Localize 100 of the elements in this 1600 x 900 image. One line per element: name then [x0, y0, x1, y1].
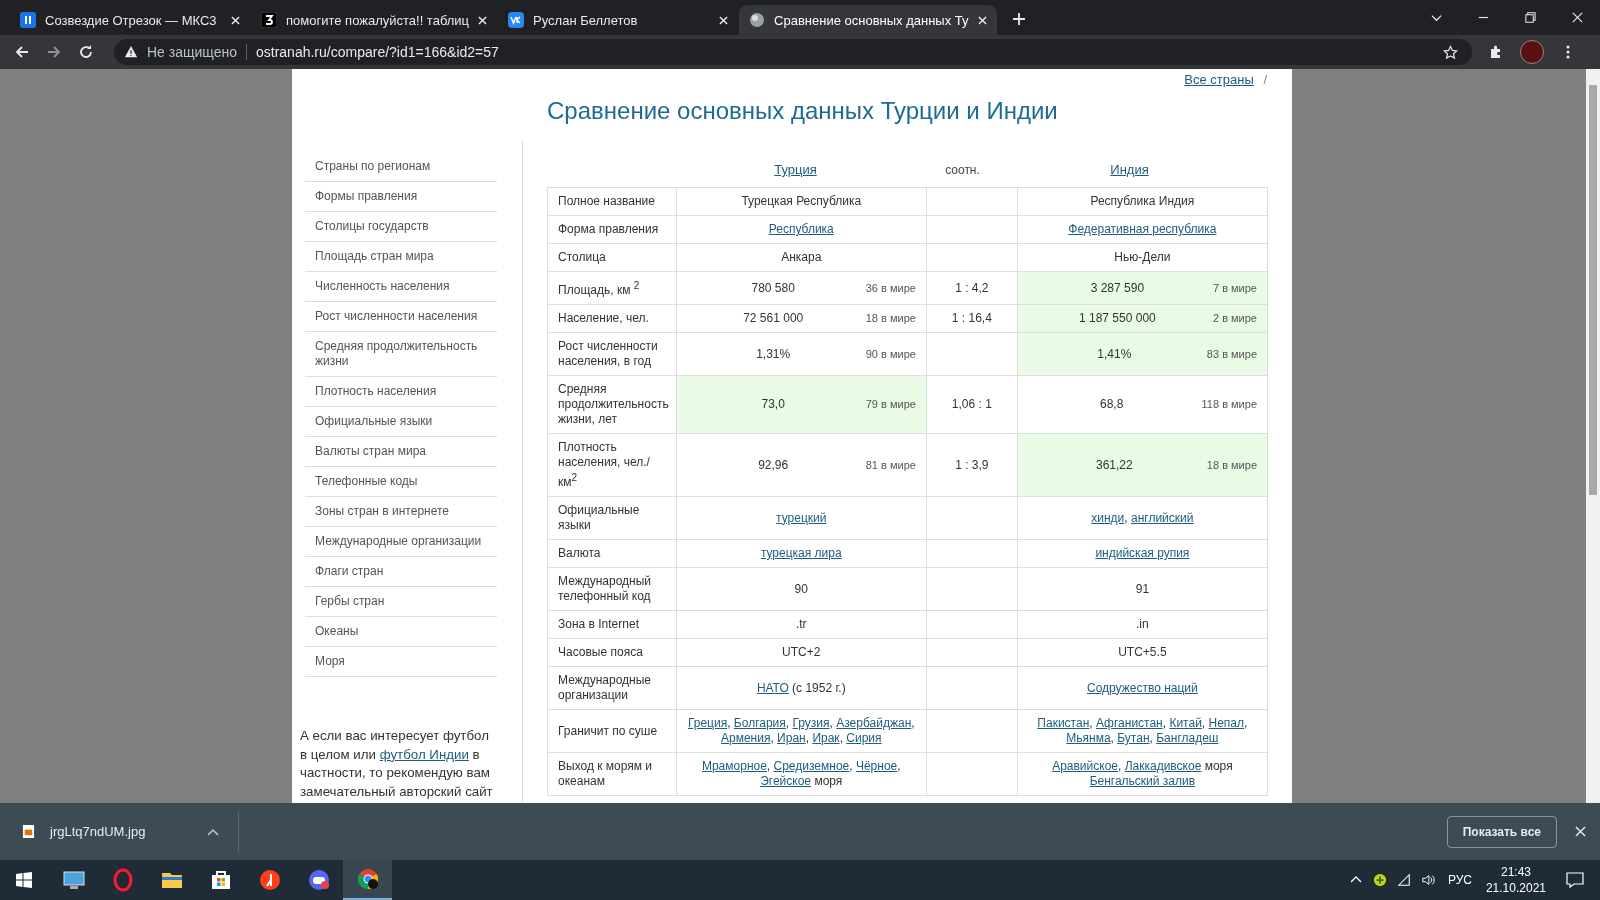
row-label: Площадь, км $^{2}$ [547, 271, 677, 305]
cell-value: 1,31% [755, 346, 792, 362]
clock-date[interactable]: 21.10.2021 [1485, 880, 1546, 896]
world-rank: 36 в мире [865, 280, 916, 296]
value-link[interactable]: турецкий [776, 510, 827, 525]
plus-badge-icon[interactable] [1372, 873, 1387, 887]
world-rank: 2 в мире [1212, 311, 1257, 326]
restore-icon[interactable] [1524, 11, 1537, 24]
sidebar-link[interactable]: Телефонные коды [305, 467, 497, 497]
start-icon[interactable] [16, 872, 32, 888]
value-link[interactable]: индийская рупия [1095, 546, 1190, 560]
volume-icon[interactable] [1420, 873, 1435, 887]
browser-tab[interactable]: помогите пожалуйста!! таблиц [251, 5, 498, 35]
country-link[interactable]: Индия [1110, 162, 1149, 177]
value-link[interactable]: Аравийское [1052, 759, 1118, 773]
image-file-icon [22, 824, 35, 839]
row-label: Плотность населения, чел./ км$^{2}$ [547, 433, 677, 497]
clock-time[interactable]: 21:43 [1500, 864, 1531, 880]
cell-value: .in [1135, 617, 1150, 632]
sidebar-link[interactable]: Страны по регионам [305, 152, 497, 182]
url-text: ostranah.ru/compare/?id1=166&id2=57 [256, 44, 499, 60]
taskbar-app[interactable] [343, 860, 392, 900]
value-link[interactable]: Федеративная республика [1068, 222, 1217, 236]
sidebar-link[interactable]: Зоны стран в интернете [305, 497, 497, 527]
row-label: Полное название [547, 187, 677, 216]
value-link[interactable]: Грузия [792, 716, 830, 730]
browser-tab[interactable]: Созвездие Отрезок — МКС3 [10, 5, 250, 35]
close-icon[interactable] [977, 15, 987, 25]
wifi-icon[interactable] [1396, 873, 1411, 887]
value-link[interactable]: Афганистан [1095, 716, 1163, 730]
browser-tab[interactable]: Сравнение основных данных Ту [739, 5, 997, 35]
breadcrumb-separator: / [1263, 72, 1267, 87]
favicon-icon [749, 12, 766, 28]
ratio-value: 1 : 4,2 [926, 271, 1018, 305]
download-filename[interactable]: jrgLtq7ndUM.jpg [50, 824, 146, 839]
sidebar-link[interactable]: Площадь стран мира [305, 242, 497, 272]
sidebar-link[interactable]: Формы правления [305, 182, 497, 212]
value-link[interactable]: НАТО [756, 680, 789, 695]
row-label: Население, чел. [547, 304, 677, 333]
country-link[interactable]: Турция [774, 162, 817, 177]
world-rank: 90 в мире [865, 346, 916, 362]
language-indicator[interactable]: РУС [1447, 873, 1472, 887]
value-link[interactable]: Бангладеш [1156, 731, 1219, 745]
scrollbar[interactable] [1586, 69, 1600, 803]
sidebar-link[interactable]: Валюты стран мира [305, 437, 497, 467]
value-link[interactable]: Бенгальский залив [1089, 774, 1196, 788]
close-icon[interactable] [719, 15, 729, 25]
value-link[interactable]: Сирия [846, 731, 882, 745]
value-link[interactable]: Республика [768, 222, 834, 236]
sidebar-link[interactable]: Столицы государств [305, 212, 497, 242]
value-link[interactable]: Иран [777, 731, 806, 745]
row-label: Зона в Internet [547, 610, 677, 639]
sidebar-link[interactable]: Рост численности населения [305, 302, 497, 332]
caret-up-icon[interactable] [207, 827, 220, 836]
breadcrumb-link[interactable]: Все страны [1184, 72, 1254, 87]
value-link[interactable]: Мьянма [1066, 731, 1111, 745]
forward-icon[interactable] [46, 44, 62, 60]
football-link[interactable]: футбол Индии [379, 746, 469, 762]
value-link[interactable]: Ирак [812, 731, 840, 745]
sidebar-link[interactable]: Численность населения [305, 272, 497, 302]
sidebar-link[interactable]: Плотность населения [305, 377, 497, 407]
browser-tab[interactable]: Руслан Беллетов [498, 5, 739, 35]
value-link[interactable]: Бутан [1117, 731, 1150, 745]
world-rank: 18 в мире [865, 311, 916, 326]
close-icon[interactable] [478, 15, 488, 25]
reload-icon[interactable] [78, 44, 94, 60]
value-link[interactable]: Мраморное [701, 759, 767, 773]
back-icon[interactable] [14, 44, 30, 60]
value-link[interactable]: Болгария [733, 716, 786, 730]
sidebar-link[interactable]: Официальные языки [305, 407, 497, 437]
row-label: Рост численности населения, в год [547, 332, 677, 376]
row-label: Средняя продолжительность жизни, лет [547, 375, 677, 434]
sidebar-link[interactable]: Океаны [305, 617, 497, 647]
sidebar-link[interactable]: Гербы стран [305, 587, 497, 617]
new-tab-icon[interactable] [1011, 12, 1026, 26]
avatar[interactable] [1520, 40, 1544, 64]
address-field[interactable]: Не защищено ostranah.ru/compare/?id1=166&id2=57 [114, 39, 1472, 65]
cell-value: Анкара [780, 250, 823, 265]
show-all-button[interactable]: Показать все [1446, 815, 1557, 848]
cell-value: UTC+2 [781, 645, 822, 660]
sidebar-link[interactable]: Флаги стран [305, 557, 497, 587]
close-icon[interactable] [231, 15, 240, 25]
sidebar-link[interactable]: Моря [305, 647, 497, 677]
close-icon[interactable] [1571, 11, 1584, 24]
sidebar-link[interactable]: Международные организации [305, 527, 497, 557]
sidebar-link[interactable]: Средняя продолжительность жизни [305, 332, 497, 377]
cell-value: 73,0 [760, 397, 786, 412]
notification-icon[interactable] [1566, 872, 1584, 888]
value-link[interactable]: турецкая лира [760, 546, 842, 560]
value-link[interactable]: Содружество наций [1087, 680, 1198, 695]
page-title: Сравнение основных данных Турции и Индии [547, 97, 1059, 126]
row-label: Валюта [547, 539, 677, 568]
value-link[interactable]: английский [1131, 510, 1194, 525]
cell-value: 90 [793, 581, 809, 597]
row-label: Часовые пояса [547, 638, 677, 667]
star-icon[interactable] [1443, 44, 1458, 60]
close-icon[interactable] [1575, 826, 1586, 837]
value-link[interactable]: Лаккадивское [1124, 759, 1202, 773]
value-link[interactable]: Китай [1169, 716, 1202, 730]
value-link[interactable]: Эгейское [760, 774, 812, 788]
